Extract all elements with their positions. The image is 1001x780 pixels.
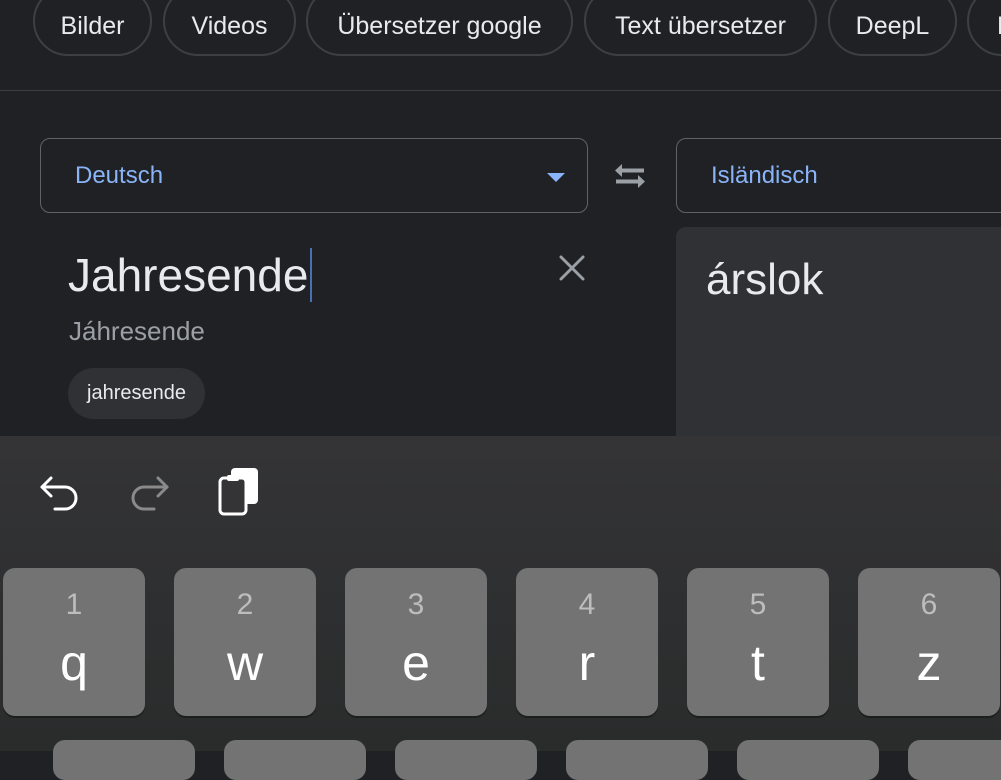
key-number: 5	[749, 588, 767, 621]
chip-uebersetzer-google[interactable]: Übersetzer google	[306, 0, 573, 56]
translation-output-panel: árslok	[676, 227, 1001, 457]
key-w[interactable]: 2 w	[174, 568, 316, 716]
key-t[interactable]: 5 t	[687, 568, 829, 716]
chevron-down-icon	[547, 173, 565, 182]
key-number: 6	[920, 588, 938, 621]
key-row2-partial[interactable]	[737, 740, 879, 780]
source-language-select[interactable]: Deutsch	[40, 138, 588, 213]
swap-languages-icon[interactable]	[612, 160, 648, 192]
chip-videos[interactable]: Videos	[163, 0, 296, 56]
chip-deepl[interactable]: DeepL	[828, 0, 957, 56]
key-q[interactable]: 1 q	[3, 568, 145, 716]
target-language-select[interactable]: Isländisch	[676, 138, 1001, 213]
key-letter: e	[402, 635, 430, 691]
key-number: 4	[578, 588, 596, 621]
translation-text: árslok	[706, 255, 824, 304]
chip-text-uebersetzer[interactable]: Text übersetzer	[584, 0, 817, 56]
text-caret	[310, 248, 313, 302]
redo-icon[interactable]	[128, 470, 172, 514]
key-letter: z	[916, 635, 942, 691]
source-language-label: Deutsch	[75, 161, 164, 189]
chip-bilder[interactable]: Bilder	[33, 0, 152, 56]
key-letter: t	[751, 635, 765, 691]
key-letter: q	[60, 635, 88, 691]
transliteration-text: Jáhresende	[69, 316, 205, 346]
key-e[interactable]: 3 e	[345, 568, 487, 716]
on-screen-keyboard: 1 q 2 w 3 e 4 r 5 t 6 z	[0, 436, 1001, 780]
key-letter: w	[226, 635, 264, 691]
key-number: 1	[65, 588, 83, 621]
key-number: 2	[236, 588, 254, 621]
key-row2-partial[interactable]	[53, 740, 195, 780]
suggestion-chip[interactable]: jahresende	[68, 368, 205, 419]
chip-partial[interactable]: L	[967, 0, 1001, 56]
source-text-value: Jahresende	[68, 249, 309, 301]
key-row2-partial[interactable]	[224, 740, 366, 780]
target-language-label: Isländisch	[711, 161, 818, 189]
key-r[interactable]: 4 r	[516, 568, 658, 716]
key-row2-partial[interactable]	[908, 740, 1001, 780]
source-text-input[interactable]: Jahresende	[68, 248, 313, 302]
paste-icon[interactable]	[216, 466, 262, 518]
close-icon[interactable]	[556, 252, 588, 284]
key-letter: r	[578, 635, 596, 691]
key-z[interactable]: 6 z	[858, 568, 1000, 716]
key-row2-partial[interactable]	[395, 740, 537, 780]
key-number: 3	[407, 588, 425, 621]
key-row2-partial[interactable]	[566, 740, 708, 780]
undo-icon[interactable]	[37, 470, 81, 514]
search-chips-bar: Bilder Videos Übersetzer google Text übe…	[0, 0, 1001, 91]
